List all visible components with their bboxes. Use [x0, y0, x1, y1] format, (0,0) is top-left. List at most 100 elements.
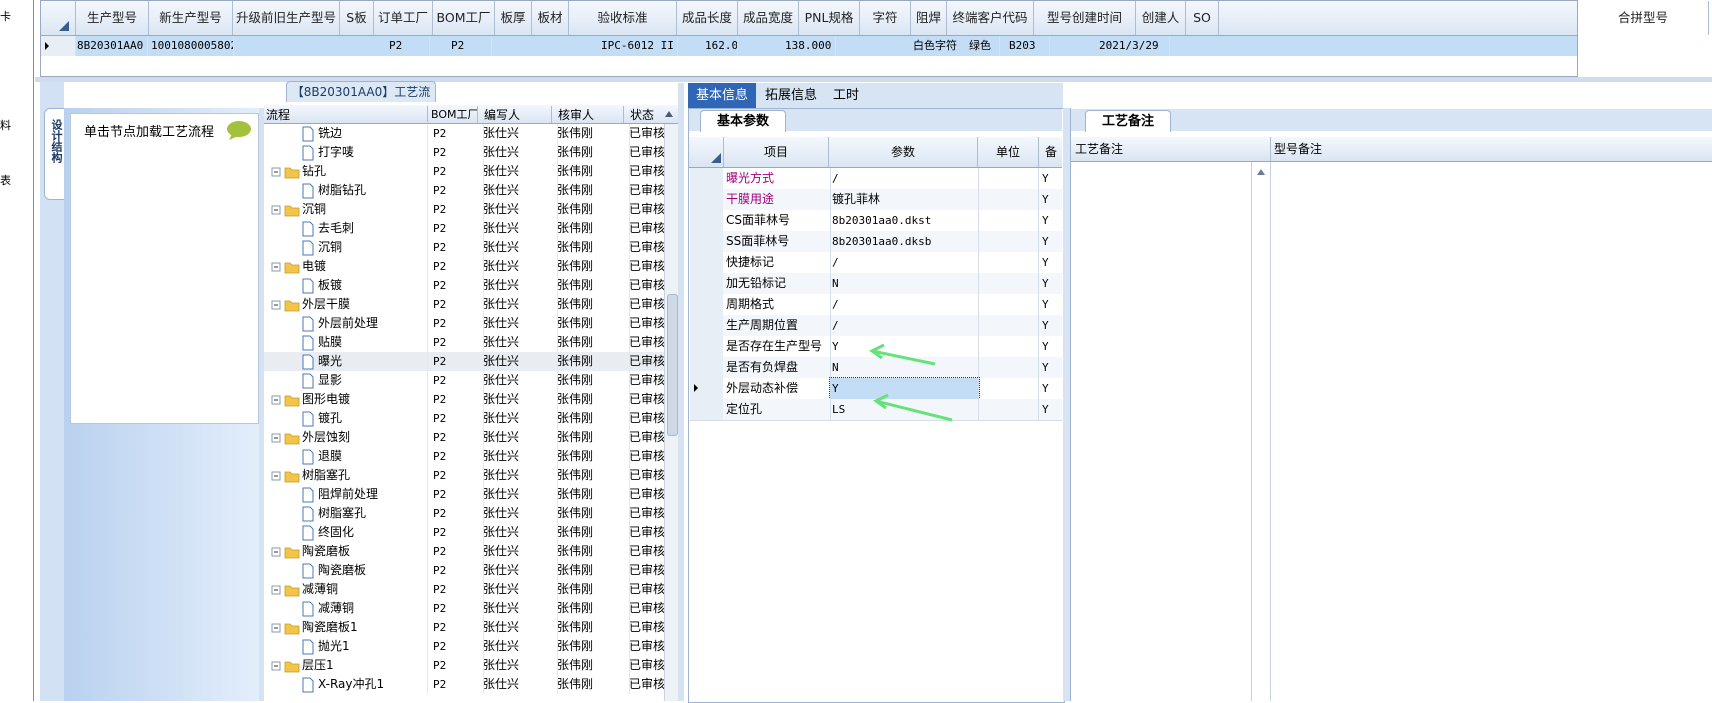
params-row[interactable]: CS面菲林号 8b20301aa0.dkst Y — [690, 210, 1065, 232]
col-header-s-board[interactable]: S板 — [340, 1, 374, 35]
tree-row[interactable]: 陶瓷磨板 P2 张仕兴 张伟刚 已审核 — [264, 561, 664, 580]
tree-row[interactable]: 外层前处理 P2 张仕兴 张伟刚 已审核 — [264, 314, 664, 333]
col-header-new-model[interactable]: 新生产型号 — [149, 1, 233, 35]
params-row[interactable]: 干膜用途 镀孔菲林 Y — [690, 189, 1065, 211]
tree-row[interactable]: 阻焊前处理 P2 张仕兴 张伟刚 已审核 — [264, 485, 664, 504]
cell-bom-factory[interactable]: P2 — [451, 36, 492, 56]
cell-model[interactable]: 8B20301AA0 — [77, 36, 148, 56]
tree-col-status[interactable]: 状态 — [623, 106, 664, 123]
tree-row[interactable]: 减薄铜 P2 张仕兴 张伟刚 已审核 — [264, 599, 664, 618]
process-title-tab[interactable]: 【8B20301AA0】工艺流程 — [286, 81, 436, 119]
tab-extended-info[interactable]: 拓展信息 — [756, 83, 826, 108]
tree-col-writer[interactable]: 编写人 — [477, 106, 554, 123]
params-row[interactable]: 曝光方式 / Y — [690, 168, 1065, 190]
tree-row[interactable]: 陶瓷磨板1 P2 张仕兴 张伟刚 已审核 — [264, 618, 664, 637]
col-header-so[interactable]: SO — [1186, 1, 1219, 35]
splitter-mid[interactable] — [678, 83, 684, 701]
tree-row[interactable]: 抛光1 P2 张仕兴 张伟刚 已审核 — [264, 637, 664, 656]
tree-scrollbar[interactable] — [664, 124, 679, 701]
tree-row[interactable]: 贴膜 P2 张仕兴 张伟刚 已审核 — [264, 333, 664, 352]
collapse-toggle-icon[interactable] — [270, 542, 282, 561]
tree-col-process[interactable]: 流程 — [266, 106, 416, 123]
tree-row[interactable]: 板镀 P2 张仕兴 张伟刚 已审核 — [264, 276, 664, 295]
col-header-standard[interactable]: 验收标准 — [569, 1, 677, 35]
tree-row[interactable]: 钻孔 P2 张仕兴 张伟刚 已审核 — [264, 162, 664, 181]
params-row[interactable]: 加无铅标记 N Y — [690, 273, 1065, 295]
col-header-material[interactable]: 板材 — [532, 1, 569, 35]
col-header-bom-factory[interactable]: BOM工厂 — [433, 1, 495, 35]
col-header-thickness[interactable]: 板厚 — [495, 1, 532, 35]
tree-row[interactable]: 沉铜 P2 张仕兴 张伟刚 已审核 — [264, 238, 664, 257]
collapse-toggle-icon[interactable] — [270, 428, 282, 447]
collapse-toggle-icon[interactable] — [270, 162, 282, 181]
tree-row[interactable]: 打字唛 P2 张仕兴 张伟刚 已审核 — [264, 143, 664, 162]
collapse-toggle-icon[interactable] — [270, 200, 282, 219]
cell-created[interactable]: 2021/3/29 — [1099, 36, 1170, 56]
col-header-order-factory[interactable]: 订单工厂 — [374, 1, 433, 35]
vertical-tab[interactable]: 设计结构 — [44, 108, 66, 200]
tab-work-hours[interactable]: 工时 — [826, 83, 866, 108]
tree-row[interactable]: 树脂塞孔 P2 张仕兴 张伟刚 已审核 — [264, 504, 664, 523]
tree-row[interactable]: 陶瓷磨板 P2 张仕兴 张伟刚 已审核 — [264, 542, 664, 561]
params-row[interactable]: SS面菲林号 8b20301aa0.dksb Y — [690, 231, 1065, 253]
tree-row[interactable]: 外层干膜 P2 张仕兴 张伟刚 已审核 — [264, 295, 664, 314]
notes-col-model[interactable]: 型号备注 — [1270, 137, 1322, 161]
params-col-value[interactable]: 参数 — [828, 137, 977, 167]
tree-row[interactable]: 显影 P2 张仕兴 张伟刚 已审核 — [264, 371, 664, 390]
cell-length[interactable]: 162.000 — [705, 36, 738, 56]
tree-row[interactable]: 树脂钻孔 P2 张仕兴 张伟刚 已审核 — [264, 181, 664, 200]
tree-row[interactable]: 外层蚀刻 P2 张仕兴 张伟刚 已审核 — [264, 428, 664, 447]
tree-row[interactable]: 减薄铜 P2 张仕兴 张伟刚 已审核 — [264, 580, 664, 599]
collapse-toggle-icon[interactable] — [270, 390, 282, 409]
scroll-up-icon[interactable] — [662, 106, 676, 122]
params-col-unit[interactable]: 单位 — [977, 137, 1038, 167]
collapse-toggle-icon[interactable] — [270, 656, 282, 675]
cell-char[interactable]: 白色字符 — [913, 36, 965, 56]
params-row[interactable]: 定位孔 LS Y — [690, 399, 1065, 421]
col-header-mask[interactable]: 阻焊 — [911, 1, 947, 35]
notes-title-tab[interactable]: 工艺备注 — [1085, 110, 1171, 132]
notes-col-process[interactable]: 工艺备注 — [1075, 137, 1123, 161]
collapse-toggle-icon[interactable] — [270, 618, 282, 637]
cell-width[interactable]: 138.000 — [785, 36, 836, 56]
tree-col-reviewer[interactable]: 核审人 — [551, 106, 628, 123]
tree-row[interactable]: 电镀 P2 张仕兴 张伟刚 已审核 — [264, 257, 664, 276]
tree-row[interactable]: 退膜 P2 张仕兴 张伟刚 已审核 — [264, 447, 664, 466]
col-header-merge[interactable]: 合拼型号 — [1577, 1, 1709, 35]
params-row[interactable]: 生产周期位置 / Y — [690, 315, 1065, 337]
col-header-char[interactable]: 字符 — [860, 1, 911, 35]
col-header-customer[interactable]: 终端客户代码 — [947, 1, 1034, 35]
col-header-pnl[interactable]: PNL规格 — [799, 1, 860, 35]
notes-scroll-up-icon[interactable] — [1255, 166, 1267, 178]
tree-row[interactable]: 曝光 P2 张仕兴 张伟刚 已审核 — [264, 352, 664, 371]
tree-row[interactable]: 镀孔 P2 张仕兴 张伟刚 已审核 — [264, 409, 664, 428]
model-row[interactable]: 8B20301AA0 10010800058021 P2 P2 IPC-6012… — [41, 36, 1577, 56]
col-header-created[interactable]: 型号创建时间 — [1034, 1, 1136, 35]
tree-row[interactable]: 去毛刺 P2 张仕兴 张伟刚 已审核 — [264, 219, 664, 238]
params-row[interactable]: 快捷标记 / Y — [690, 252, 1065, 274]
tree-row[interactable]: 沉铜 P2 张仕兴 张伟刚 已审核 — [264, 200, 664, 219]
cell-order-factory[interactable]: P2 — [389, 36, 430, 56]
notes-model-area[interactable] — [1270, 162, 1712, 701]
params-title-tab[interactable]: 基本参数 — [700, 110, 786, 132]
tree-scroll-thumb[interactable] — [667, 294, 678, 436]
tree-row[interactable]: 树脂塞孔 P2 张仕兴 张伟刚 已审核 — [264, 466, 664, 485]
cell-new-model[interactable]: 10010800058021 — [151, 36, 234, 56]
col-header-creator[interactable]: 创建人 — [1136, 1, 1186, 35]
params-col-item[interactable]: 项目 — [723, 137, 828, 167]
nav-hint-bar[interactable]: 单击节点加载工艺流程 — [70, 113, 259, 147]
collapse-toggle-icon[interactable] — [270, 580, 282, 599]
params-row[interactable]: 外层动态补偿 Y Y — [690, 377, 1065, 400]
cell-standard[interactable]: IPC-6012 II 级 — [601, 36, 678, 56]
cell-mask[interactable]: 绿色 — [969, 36, 1000, 56]
collapse-toggle-icon[interactable] — [270, 466, 282, 485]
tree-row[interactable]: 图形电镀 P2 张仕兴 张伟刚 已审核 — [264, 390, 664, 409]
cell-customer[interactable]: B203 — [1009, 36, 1050, 56]
splitter-right[interactable] — [1063, 108, 1070, 701]
col-header-model[interactable]: 生产型号 — [76, 1, 149, 35]
tree-row[interactable]: 层压1 P2 张仕兴 张伟刚 已审核 — [264, 656, 664, 675]
params-row[interactable]: 是否存在生产型号 Y Y — [690, 336, 1065, 358]
tree-row[interactable]: 终固化 P2 张仕兴 张伟刚 已审核 — [264, 523, 664, 542]
params-col-flag[interactable]: 备 — [1038, 137, 1063, 167]
collapse-toggle-icon[interactable] — [270, 295, 282, 314]
